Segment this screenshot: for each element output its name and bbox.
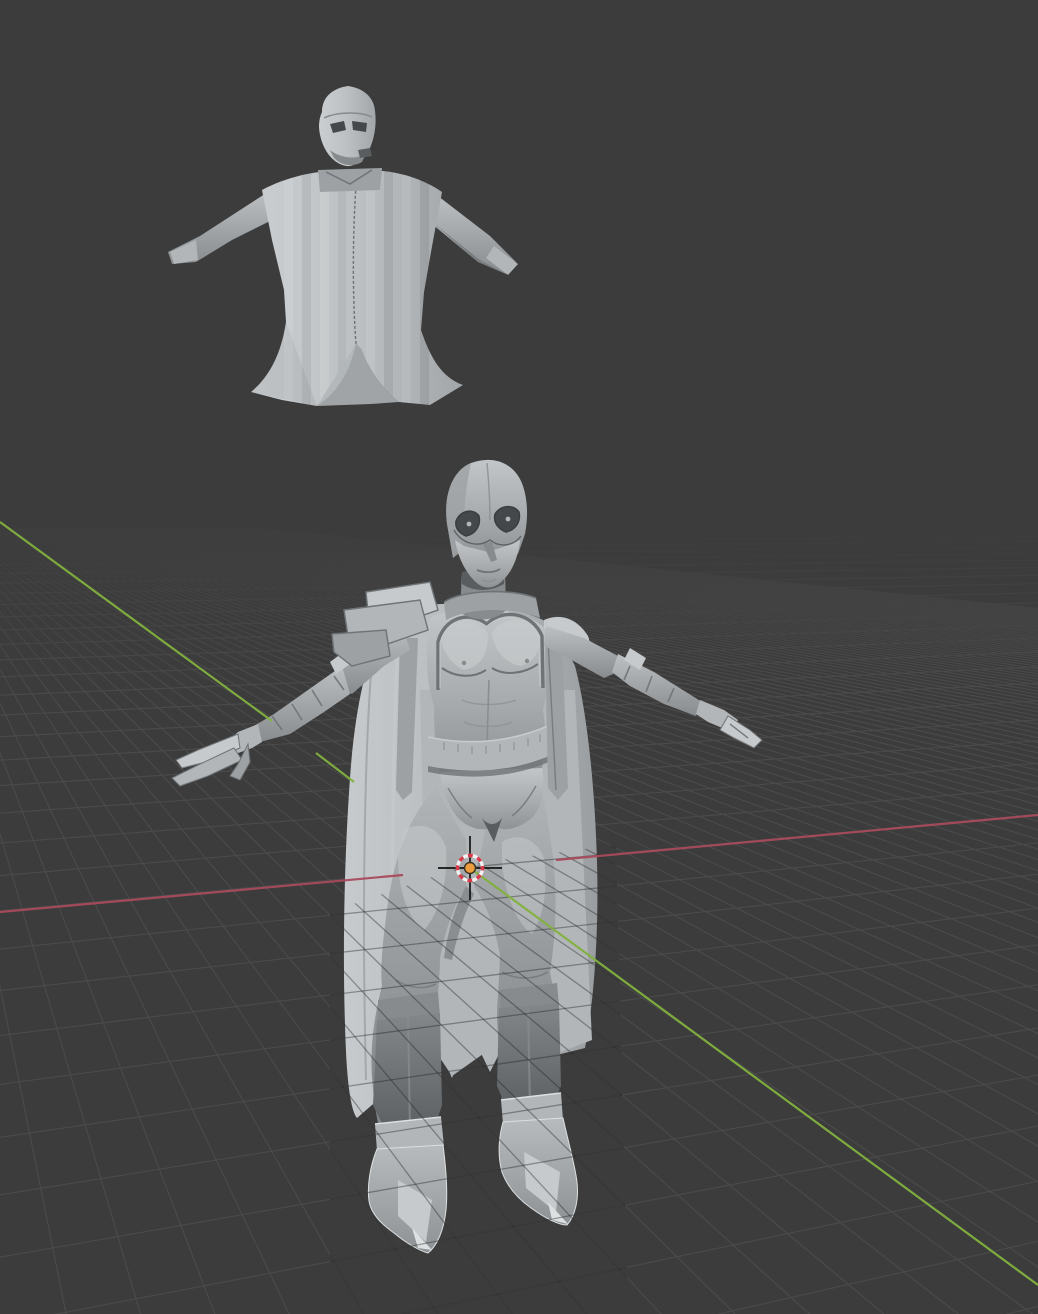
right-nipple <box>525 659 529 663</box>
object-origin-dot[interactable] <box>465 863 476 874</box>
left-eye-glint <box>467 522 472 527</box>
left-nipple <box>462 661 466 665</box>
jacket-collar <box>318 168 382 192</box>
right-eye-glint <box>506 517 511 522</box>
blender-3d-viewport[interactable] <box>0 0 1038 1314</box>
